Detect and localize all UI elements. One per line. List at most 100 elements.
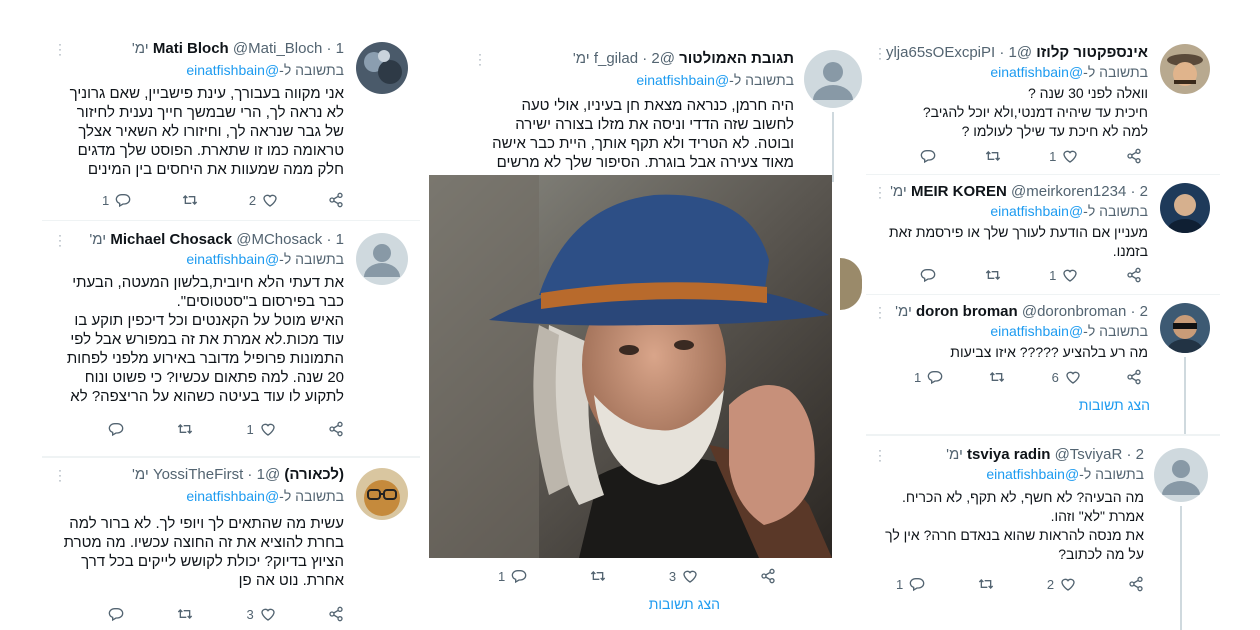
- retweet-button[interactable]: [984, 148, 1002, 164]
- like-button[interactable]: 1: [1049, 267, 1078, 283]
- mention-link[interactable]: @einatfishbain: [186, 251, 279, 267]
- tweet[interactable]: doron broman @doronbroman · 2 ימ' בתשובה…: [866, 294, 1220, 435]
- tweet[interactable]: תגובת האמולטור @f_gilad · 2 ימ' בתשובה ל…: [462, 38, 872, 182]
- more-icon[interactable]: · · ·: [878, 444, 882, 466]
- like-button[interactable]: 2: [1047, 576, 1076, 592]
- author-handle[interactable]: @TsviyaR: [1055, 446, 1123, 463]
- like-button[interactable]: 2: [249, 192, 278, 208]
- mention-link[interactable]: @einatfishbain: [990, 203, 1083, 219]
- reply-button[interactable]: [102, 421, 124, 437]
- author-name[interactable]: תגובת האמולטור: [679, 50, 794, 67]
- avatar[interactable]: [356, 468, 408, 520]
- retweet-button[interactable]: [181, 192, 199, 208]
- avatar[interactable]: [1160, 183, 1210, 233]
- reply-button[interactable]: 1: [896, 576, 925, 592]
- reply-button[interactable]: [914, 267, 936, 283]
- mention-link[interactable]: @einatfishbain: [636, 72, 729, 88]
- heart-icon: [1063, 150, 1078, 163]
- reply-icon: [909, 578, 925, 592]
- tweet-text: אני מקווה בעבורך, עינת פישביין, שאם גרונ…: [69, 85, 344, 178]
- share-button[interactable]: [1128, 576, 1144, 592]
- mention-link[interactable]: @einatfishbain: [186, 62, 279, 78]
- share-button[interactable]: [328, 606, 344, 622]
- action-bar: 1: [102, 419, 344, 439]
- retweet-button[interactable]: [988, 369, 1006, 385]
- retweet-button[interactable]: [589, 568, 607, 584]
- author-name[interactable]: doron broman: [916, 303, 1018, 320]
- share-button[interactable]: [1126, 148, 1142, 164]
- avatar[interactable]: [356, 42, 408, 94]
- share-button[interactable]: [1126, 267, 1142, 283]
- thread-line: [832, 112, 834, 182]
- tweet-text: עשית מה שהתאים לך ויופי לך. לא ברור למה …: [63, 515, 344, 589]
- reply-icon: [108, 608, 124, 622]
- tweet-text: מה הבעיה? לא חשף, לא תקף, לא הכריח. אמרת…: [885, 489, 1144, 562]
- heart-icon: [1066, 371, 1080, 384]
- retweet-icon: [590, 571, 606, 581]
- more-icon[interactable]: · · ·: [878, 42, 882, 64]
- mention-link[interactable]: @einatfishbain: [186, 488, 279, 504]
- reply-button[interactable]: [102, 606, 124, 622]
- retweet-button[interactable]: [977, 576, 995, 592]
- like-button[interactable]: 3: [247, 606, 276, 622]
- like-button[interactable]: 3: [669, 568, 698, 584]
- heart-icon: [261, 608, 275, 621]
- mention-link[interactable]: @einatfishbain: [990, 323, 1083, 339]
- author-name[interactable]: MEIR KOREN: [911, 183, 1007, 200]
- more-icon[interactable]: · · ·: [878, 301, 882, 323]
- more-icon[interactable]: · · ·: [478, 48, 482, 70]
- retweet-icon: [178, 424, 193, 434]
- tweet[interactable]: Mati Bloch @Mati_Bloch · 1 ימ' בתשובה ל-…: [42, 32, 420, 220]
- avatar[interactable]: [804, 50, 862, 108]
- show-replies-link[interactable]: הצג תשובות: [1079, 397, 1150, 413]
- avatar[interactable]: [356, 233, 408, 285]
- mention-link[interactable]: @einatfishbain: [990, 64, 1083, 80]
- more-icon[interactable]: · · ·: [58, 464, 62, 486]
- show-replies-link[interactable]: הצג תשובות: [649, 596, 720, 612]
- more-icon[interactable]: · · ·: [58, 229, 62, 251]
- retweet-button[interactable]: [176, 421, 194, 437]
- author-handle[interactable]: @MChosack: [236, 231, 322, 248]
- more-icon[interactable]: · · ·: [58, 38, 62, 60]
- share-button[interactable]: [1126, 369, 1142, 385]
- avatar[interactable]: [1160, 303, 1210, 353]
- share-button[interactable]: [328, 421, 344, 437]
- reply-button[interactable]: 1: [498, 568, 527, 584]
- reply-to: בתשובה ל-@einatfishbain: [990, 203, 1148, 219]
- tweet[interactable]: (לכאורה) @YossiTheFirst · 1 ימ' בתשובה ל…: [42, 456, 420, 630]
- like-button[interactable]: 6: [1052, 369, 1081, 385]
- reply-button[interactable]: 1: [102, 192, 131, 208]
- reply-to: בתשובה ל-@einatfishbain: [990, 323, 1148, 339]
- retweet-icon: [990, 372, 1005, 382]
- author-name[interactable]: tsviya radin: [967, 446, 1050, 463]
- tweet[interactable]: אינספקטור קלוזו @ylja65sOExcpiPI · 1 ימ'…: [866, 36, 1220, 172]
- share-icon: [329, 192, 343, 208]
- mention-link[interactable]: @einatfishbain: [986, 466, 1079, 482]
- heart-icon: [1061, 578, 1075, 591]
- tweet[interactable]: tsviya radin @TsviyaR · 2 ימ' בתשובה ל-@…: [866, 434, 1220, 630]
- share-icon: [1127, 148, 1141, 164]
- author-handle[interactable]: @meirkoren1234: [1011, 183, 1126, 200]
- heart-icon: [1063, 269, 1078, 282]
- more-icon[interactable]: · · ·: [878, 181, 882, 203]
- author-handle[interactable]: @Mati_Bloch: [233, 40, 322, 57]
- like-button[interactable]: 1: [247, 421, 276, 437]
- reply-button[interactable]: 1: [914, 369, 943, 385]
- like-button[interactable]: 1: [1049, 148, 1078, 164]
- retweet-button[interactable]: [176, 606, 194, 622]
- author-name[interactable]: אינספקטור קלוזו: [1036, 44, 1148, 61]
- tweet[interactable]: Michael Chosack @MChosack · 1 ימ' בתשובה…: [42, 220, 420, 449]
- retweet-button[interactable]: [984, 267, 1002, 283]
- reply-button[interactable]: [914, 148, 936, 164]
- author-handle[interactable]: @f_gilad: [594, 50, 675, 67]
- portrait-photo: [429, 175, 832, 558]
- avatar[interactable]: [1160, 44, 1210, 94]
- author-name[interactable]: Mati Bloch: [153, 40, 229, 57]
- tweet[interactable]: MEIR KOREN @meirkoren1234 · 2 ימ' בתשובה…: [866, 174, 1220, 293]
- share-button[interactable]: [760, 568, 776, 584]
- author-handle[interactable]: @doronbroman: [1022, 303, 1126, 320]
- avatar[interactable]: [1154, 448, 1208, 502]
- share-button[interactable]: [328, 192, 344, 208]
- author-name[interactable]: Michael Chosack: [110, 231, 232, 248]
- author-name[interactable]: (לכאורה): [284, 466, 344, 483]
